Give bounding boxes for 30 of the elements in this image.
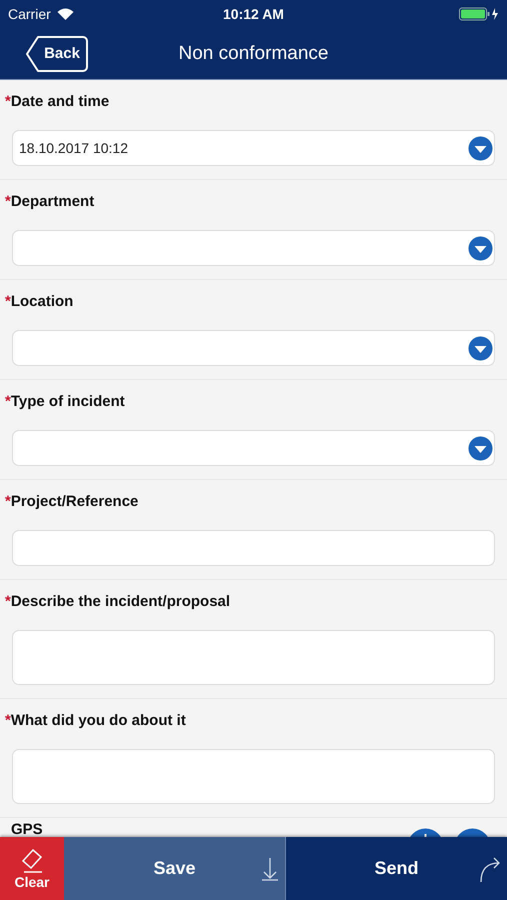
send-button[interactable]: Send (285, 837, 507, 900)
battery-icon (459, 7, 499, 21)
clear-button[interactable]: Clear (0, 837, 64, 900)
field-label: *What did you do about it (5, 711, 187, 731)
forward-arrow-icon (479, 857, 501, 883)
select-field[interactable] (12, 330, 495, 366)
select-field[interactable]: 18.10.2017 10:12 (12, 130, 495, 166)
save-button[interactable]: Save (64, 837, 285, 900)
input-field[interactable] (12, 530, 495, 566)
field-label: *Project/Reference (5, 492, 140, 512)
field-label: *Location (5, 292, 74, 312)
field-value: 18.10.2017 10:12 (19, 140, 128, 156)
dropdown-icon (468, 436, 493, 460)
field-label: *Department (5, 192, 96, 212)
back-button[interactable]: Back (26, 36, 88, 72)
field-label: *Describe the incident/proposal (5, 592, 232, 612)
download-icon (261, 857, 279, 881)
screen-title: Non conformance (178, 42, 328, 64)
select-field[interactable] (12, 230, 495, 266)
dropdown-icon (468, 336, 493, 360)
clock-time: 10:12 AM (223, 6, 284, 22)
carrier-label: Carrier (8, 6, 51, 22)
wifi-icon (56, 8, 74, 20)
dropdown-icon (468, 136, 493, 160)
field-label: *Type of incident (5, 392, 126, 412)
dropdown-icon (468, 236, 493, 260)
field-label: GPS (11, 821, 43, 837)
eraser-icon (20, 848, 44, 874)
select-field[interactable] (12, 430, 495, 466)
field-label: *Date and time (5, 92, 110, 112)
